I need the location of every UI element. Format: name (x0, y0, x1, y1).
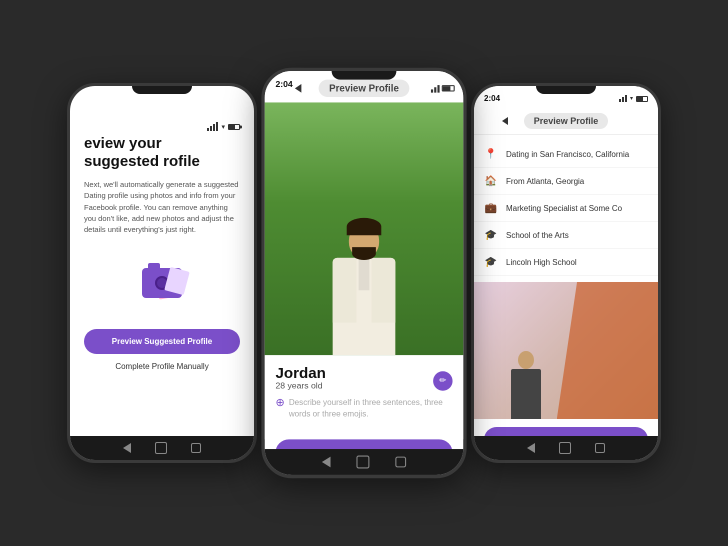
phone-frame-3: 2:04 ▾ (471, 83, 661, 463)
screen2-content: 2:04 Preview Profile (265, 71, 464, 475)
detail-list: 📍 Dating in San Francisco, California 🏠 … (474, 135, 658, 282)
review-title: eview your suggested rofile (84, 135, 240, 171)
person-hair (347, 218, 382, 235)
phone-notch-1 (132, 86, 192, 94)
profile-photo-2 (474, 282, 658, 419)
bottom-nav-2 (265, 449, 464, 475)
phone-1: ▾ eview your suggested rofile Next, we'l… (67, 83, 257, 463)
status-icons-3: ▾ (619, 95, 648, 102)
detail-text-1: From Atlanta, Georgia (506, 177, 584, 186)
recent-nav-icon-2[interactable] (395, 457, 406, 468)
phone-3: 2:04 ▾ (471, 83, 661, 463)
detail-item-2: 💼 Marketing Specialist at Some Co (474, 195, 658, 222)
screen3-top: 2:04 ▾ (474, 86, 658, 282)
back-nav-icon[interactable] (123, 443, 131, 453)
phone-notch-2 (332, 71, 397, 80)
recent-nav-icon-3[interactable] (595, 443, 605, 453)
detail-item-4: 🎓 Lincoln High School (474, 249, 658, 276)
school-icon-1: 🎓 (484, 228, 498, 242)
complete-manually-button[interactable]: Complete Profile Manually (84, 362, 240, 371)
status-bar-1: ▾ (84, 114, 240, 131)
person-2-figure (511, 351, 541, 419)
person-figure (333, 223, 396, 355)
location-icon: 📍 (484, 147, 498, 161)
home-nav-icon[interactable] (155, 442, 167, 454)
detail-text-2: Marketing Specialist at Some Co (506, 204, 622, 213)
camera-illustration-container (84, 253, 240, 313)
profile-photo-area (265, 102, 464, 355)
screen3-header-title: Preview Profile (524, 113, 609, 129)
detail-item-3: 🎓 School of the Arts (474, 222, 658, 249)
suit-lapel-left (333, 258, 357, 323)
stairs-bg (474, 282, 658, 419)
back-arrow-3[interactable] (502, 117, 508, 125)
signal-2 (431, 85, 440, 93)
screen2-info: Jordan 28 years old ✏ ⊕ Describe yoursel… (265, 355, 464, 439)
detail-text-3: School of the Arts (506, 231, 569, 240)
back-arrow-2[interactable] (295, 84, 301, 93)
home-nav-icon-2[interactable] (356, 456, 369, 469)
bio-placeholder[interactable]: Describe yourself in three sentences, th… (289, 397, 453, 420)
bio-row: ⊕ Describe yourself in three sentences, … (275, 397, 452, 430)
profile-name: Jordan (275, 364, 325, 381)
bottom-nav-1 (70, 436, 254, 460)
profile-name-row: Jordan 28 years old ✏ (275, 364, 452, 397)
profile-age: 28 years old (275, 381, 325, 391)
camera-illustration (117, 253, 207, 313)
screen-1: ▾ eview your suggested rofile Next, we'l… (70, 86, 254, 460)
battery-icon (228, 124, 240, 130)
phone-frame-2: 2:04 Preview Profile (261, 68, 466, 478)
wifi-3: ▾ (630, 95, 633, 102)
phone-notch-3 (536, 86, 596, 94)
screen1-content: ▾ eview your suggested rofile Next, we'l… (70, 86, 254, 383)
screen-2: 2:04 Preview Profile (265, 71, 464, 475)
profile-name-age: Jordan 28 years old (275, 364, 325, 397)
suit-tie (359, 258, 370, 290)
bio-add-icon[interactable]: ⊕ (275, 397, 284, 409)
person-head (349, 223, 379, 258)
person2-head (518, 351, 534, 369)
detail-item-0: 📍 Dating in San Francisco, California (474, 141, 658, 168)
signal-3 (619, 95, 627, 102)
person-body (333, 258, 396, 355)
school-icon-2: 🎓 (484, 255, 498, 269)
home-icon: 🏠 (484, 174, 498, 188)
preview-suggested-button[interactable]: Preview Suggested Profile (84, 329, 240, 354)
photo-bg (265, 102, 464, 355)
review-description: Next, we'll automatically generate a sug… (84, 179, 240, 235)
screen-3: 2:04 ▾ (474, 86, 658, 460)
wifi-icon: ▾ (221, 123, 225, 131)
back-nav-icon-3[interactable] (527, 443, 535, 453)
header-status-2 (431, 85, 455, 93)
work-icon: 💼 (484, 201, 498, 215)
screen2-time: 2:04 (275, 80, 292, 90)
time-3: 2:04 (484, 94, 500, 103)
person-beard (352, 247, 376, 260)
screen2-header-title: Preview Profile (318, 80, 409, 97)
suit-lapel-right (372, 258, 396, 323)
signal-icon (207, 122, 218, 131)
detail-text-0: Dating in San Francisco, California (506, 150, 629, 159)
bottom-nav-3 (474, 436, 658, 460)
back-nav-icon-2[interactable] (322, 457, 331, 468)
battery-2 (442, 85, 455, 91)
battery-3 (636, 96, 648, 102)
person2-body (511, 369, 541, 419)
phone-2: 2:04 Preview Profile (261, 68, 466, 478)
recent-nav-icon[interactable] (191, 443, 201, 453)
detail-item-1: 🏠 From Atlanta, Georgia (474, 168, 658, 195)
screen3-header: Preview Profile (474, 105, 658, 135)
phone-frame-1: ▾ eview your suggested rofile Next, we'l… (67, 83, 257, 463)
stair-orange (557, 282, 658, 419)
camera-top (148, 263, 160, 269)
home-nav-icon-3[interactable] (559, 442, 571, 454)
edit-icon[interactable]: ✏ (433, 371, 452, 390)
screen3-content: 2:04 ▾ (474, 86, 658, 460)
detail-text-4: Lincoln High School (506, 258, 577, 267)
